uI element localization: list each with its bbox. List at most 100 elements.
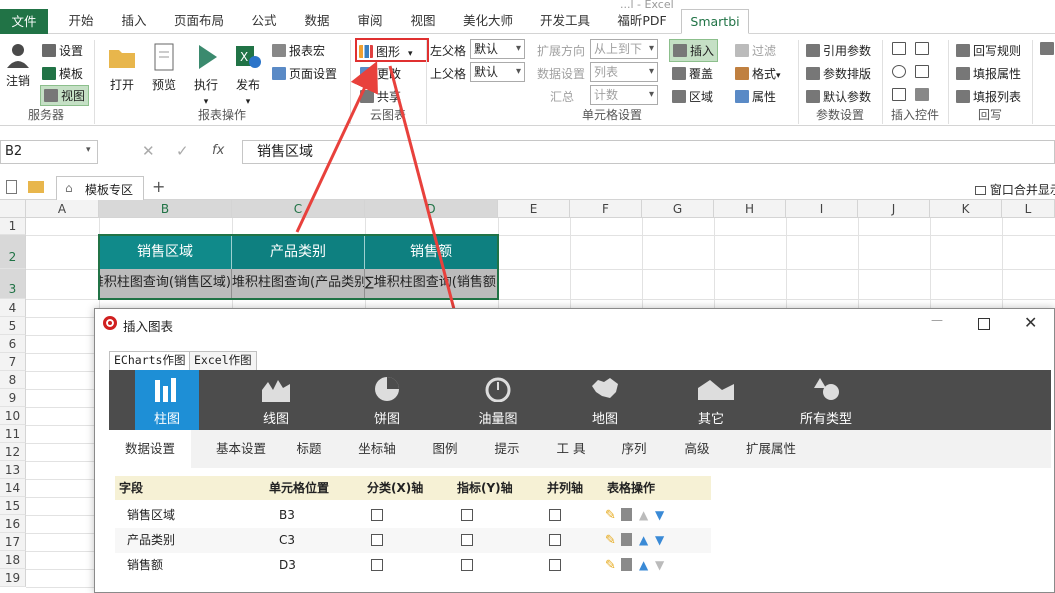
arrow-up-icon[interactable]: ▲ <box>639 503 648 528</box>
format-button[interactable]: 格式▾ <box>735 65 781 82</box>
tab-formulas[interactable]: 公式 <box>245 10 283 34</box>
expand-direction-select[interactable]: 从上到下 <box>590 39 658 59</box>
open-button[interactable]: 打开 <box>105 42 139 93</box>
tab-home[interactable]: 开始 <box>62 10 100 34</box>
param-layout-button[interactable]: 参数排版 <box>806 65 871 82</box>
row-header-14[interactable]: 14 <box>0 479 26 497</box>
trash-icon[interactable] <box>621 558 632 571</box>
chart-type-other-option[interactable]: 其它 <box>679 370 743 430</box>
arrow-up-icon[interactable]: ▲ <box>639 528 648 553</box>
maximize-icon[interactable] <box>978 318 990 330</box>
tab-tools[interactable]: 工 具 <box>551 430 591 468</box>
row-header-7[interactable]: 7 <box>0 353 26 371</box>
trash-icon[interactable] <box>621 533 632 546</box>
tab-data-settings[interactable]: 数据设置 <box>109 430 191 468</box>
tab-beautify[interactable]: 美化大师 <box>457 10 519 34</box>
attribute-button[interactable]: 属性 <box>735 88 776 105</box>
row-header-19[interactable]: 19 <box>0 569 26 587</box>
preview-button[interactable]: 预览 <box>147 42 181 93</box>
top-parent-select[interactable]: 默认 <box>470 62 525 82</box>
template-button[interactable]: 模板 <box>42 65 83 82</box>
tab-data[interactable]: 数据 <box>298 10 336 34</box>
writeback-rule-button[interactable]: 回写规则 <box>956 42 1021 59</box>
filter-button[interactable]: 过滤 <box>735 42 776 59</box>
row-header-12[interactable]: 12 <box>0 443 26 461</box>
data-cell-c3[interactable]: 堆积柱图查询(产品类别) <box>232 269 365 299</box>
reference-param-button[interactable]: 引用参数 <box>806 42 871 59</box>
parallel-axis-checkbox[interactable] <box>549 509 561 521</box>
y-axis-checkbox[interactable] <box>461 509 473 521</box>
row-header-13[interactable]: 13 <box>0 461 26 479</box>
fill-attribute-button[interactable]: 填报属性 <box>956 65 1021 82</box>
tab-excel-chart[interactable]: Excel作图 <box>189 351 257 370</box>
tab-tooltip[interactable]: 提示 <box>487 430 527 468</box>
data-setting-select[interactable]: 列表 <box>590 62 658 82</box>
column-header-e[interactable]: E <box>498 200 570 218</box>
area-button[interactable]: 区域 <box>672 88 713 105</box>
publish-button[interactable]: X 发布 ▾ <box>231 42 265 107</box>
row-header-6[interactable]: 6 <box>0 335 26 353</box>
view-button[interactable]: 视图 <box>40 85 90 106</box>
name-box[interactable]: B2 <box>0 140 98 164</box>
tab-developer[interactable]: 开发工具 <box>534 10 596 34</box>
arrow-down-icon[interactable]: ▼ <box>655 503 664 528</box>
tab-foxit-pdf[interactable]: 福昕PDF <box>611 10 673 34</box>
radio-control-button[interactable] <box>892 65 932 79</box>
column-header-b[interactable]: B <box>99 200 232 218</box>
tab-page-layout[interactable]: 页面布局 <box>168 10 230 34</box>
column-header-j[interactable]: J <box>858 200 930 218</box>
logout-button[interactable]: 注销 <box>3 42 33 89</box>
row-header-1[interactable]: 1 <box>0 218 26 235</box>
insert-mode-button[interactable]: 插入 <box>669 39 719 62</box>
tab-axis[interactable]: 坐标轴 <box>349 430 405 468</box>
cancel-icon[interactable]: ✕ <box>142 142 155 160</box>
tab-series[interactable]: 序列 <box>614 430 654 468</box>
row-header-18[interactable]: 18 <box>0 551 26 569</box>
y-axis-checkbox[interactable] <box>461 534 473 546</box>
left-parent-select[interactable]: 默认 <box>470 39 525 59</box>
row-header-10[interactable]: 10 <box>0 407 26 425</box>
tab-insert[interactable]: 插入 <box>115 10 153 34</box>
overflow-button[interactable] <box>1040 42 1055 56</box>
y-axis-checkbox[interactable] <box>461 559 473 571</box>
data-cell-b3[interactable]: 堆积柱图查询(销售区域) <box>99 269 232 299</box>
pencil-icon[interactable]: ✎ <box>605 503 616 528</box>
confirm-icon[interactable]: ✓ <box>176 142 189 160</box>
column-header-i[interactable]: I <box>786 200 858 218</box>
tab-extended-attrs[interactable]: 扩展属性 <box>739 430 803 468</box>
chart-type-all-option[interactable]: 所有类型 <box>781 370 871 430</box>
column-header-g[interactable]: G <box>642 200 714 218</box>
row-header-5[interactable]: 5 <box>0 317 26 335</box>
share-button[interactable]: 共享 <box>360 88 401 105</box>
x-axis-checkbox[interactable] <box>371 509 383 521</box>
row-header-16[interactable]: 16 <box>0 515 26 533</box>
data-cell-d3[interactable]: ∑堆积柱图查询(销售额) <box>365 269 498 299</box>
chart-button[interactable]: 图形 ▾ <box>355 38 429 62</box>
column-header-h[interactable]: H <box>714 200 786 218</box>
tab-legend[interactable]: 图例 <box>425 430 465 468</box>
column-header-f[interactable]: F <box>570 200 642 218</box>
pencil-icon[interactable]: ✎ <box>605 528 616 553</box>
row-header-3[interactable]: 3 <box>0 269 26 299</box>
function-icon[interactable]: fx <box>212 143 224 158</box>
header-cell-sales-region[interactable]: 销售区域 <box>99 235 232 269</box>
run-button[interactable]: 执行 ▾ <box>189 42 223 107</box>
column-header-k[interactable]: K <box>930 200 1002 218</box>
tab-echarts[interactable]: ECharts作图 <box>109 351 191 370</box>
summary-select[interactable]: 计数 <box>590 85 658 105</box>
tab-advanced[interactable]: 高级 <box>677 430 717 468</box>
arrow-down-icon[interactable]: ▼ <box>655 528 664 553</box>
tab-view[interactable]: 视图 <box>404 10 442 34</box>
row-header-2[interactable]: 2 <box>0 235 26 269</box>
row-header-4[interactable]: 4 <box>0 299 26 317</box>
checkbox-control-button[interactable] <box>892 88 932 102</box>
folder-icon[interactable] <box>28 181 44 193</box>
close-icon[interactable]: ✕ <box>1024 313 1037 332</box>
arrow-up-icon[interactable]: ▲ <box>639 553 648 578</box>
chart-type-line-option[interactable]: 线图 <box>244 370 308 430</box>
column-header-l[interactable]: L <box>1002 200 1055 218</box>
add-tab-icon[interactable]: + <box>152 177 165 196</box>
chart-type-bar-option[interactable]: 柱图 <box>135 370 199 430</box>
tab-file[interactable]: 文件 <box>0 9 48 34</box>
x-axis-checkbox[interactable] <box>371 559 383 571</box>
